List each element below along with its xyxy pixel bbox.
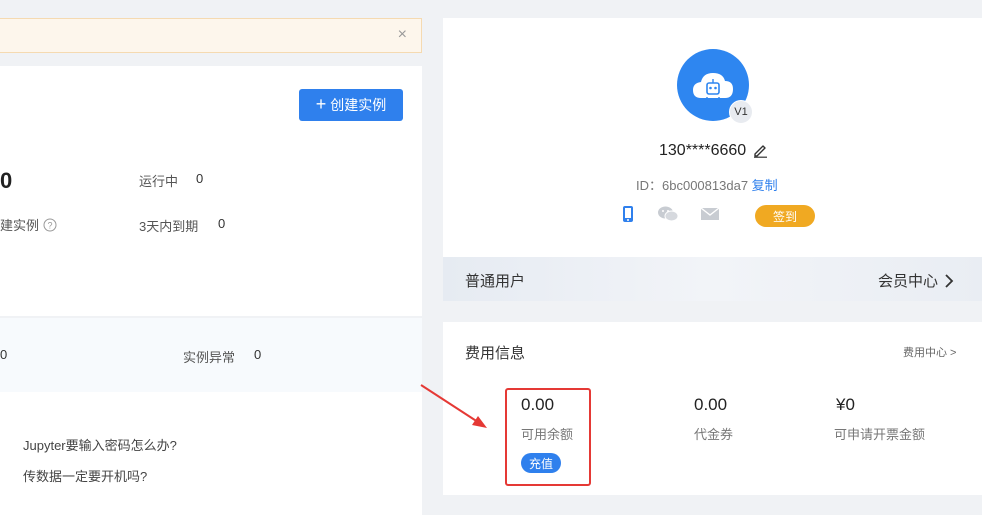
edit-icon[interactable] — [752, 142, 768, 158]
sign-in-button[interactable]: 签到 — [755, 205, 815, 227]
partial-instance-label: 建实例 ? — [0, 215, 57, 234]
faq-item-jupyter-password[interactable]: Jupyter要输入密码怎么办? — [23, 435, 177, 454]
wechat-icon[interactable] — [657, 205, 679, 223]
help-icon[interactable]: ? — [43, 218, 57, 232]
create-instance-button[interactable]: + 创建实例 — [299, 89, 403, 121]
highlight-box — [505, 388, 591, 486]
user-id-label: ID： — [636, 178, 663, 193]
phone-number: 130****6660 — [659, 142, 747, 159]
member-center-link[interactable]: 会员中心 — [878, 270, 954, 291]
expiring-label: 3天内到期 — [139, 219, 199, 234]
member-type: 普通用户 — [465, 273, 526, 290]
email-icon[interactable] — [700, 207, 720, 221]
faq-item-upload-data[interactable]: 传数据一定要开机吗? — [23, 466, 147, 485]
voucher-label: 代金券 — [694, 427, 734, 442]
cloud-robot-icon — [693, 73, 733, 99]
annotation-arrow-icon — [420, 384, 487, 428]
abnormal-label: 实例异常 — [183, 350, 236, 365]
partial-instance-text: 建实例 — [0, 218, 40, 233]
member-center-label: 会员中心 — [878, 273, 939, 290]
running-label: 运行中 — [139, 174, 179, 189]
create-instance-label: 创建实例 — [330, 97, 387, 113]
copy-id-link[interactable]: 复制 — [752, 178, 778, 193]
running-value: 0 — [196, 171, 204, 186]
user-id-value: 6bc000813da7 — [662, 178, 749, 193]
user-id-line: ID：6bc000813da7 复制 — [636, 175, 778, 194]
strip-value: 0 — [0, 347, 8, 362]
invoice-label: 可申请开票金额 — [834, 427, 926, 442]
voucher-value: 0.00 — [694, 395, 728, 414]
invoice-value: ¥0 — [836, 395, 855, 414]
expiring-value: 0 — [218, 216, 226, 231]
plus-icon: + — [315, 94, 327, 114]
abnormal-value: 0 — [254, 347, 262, 362]
chevron-right-icon — [945, 273, 954, 288]
level-badge: V1 — [729, 100, 753, 124]
instance-total-value: 0 — [0, 168, 13, 193]
notice-bar: × — [0, 18, 422, 53]
fee-title: 费用信息 — [465, 345, 526, 362]
svg-text:?: ? — [48, 220, 53, 230]
fee-center-link[interactable]: 费用中心 > — [903, 344, 956, 360]
mobile-icon[interactable] — [621, 205, 635, 223]
close-icon[interactable]: × — [398, 26, 407, 44]
